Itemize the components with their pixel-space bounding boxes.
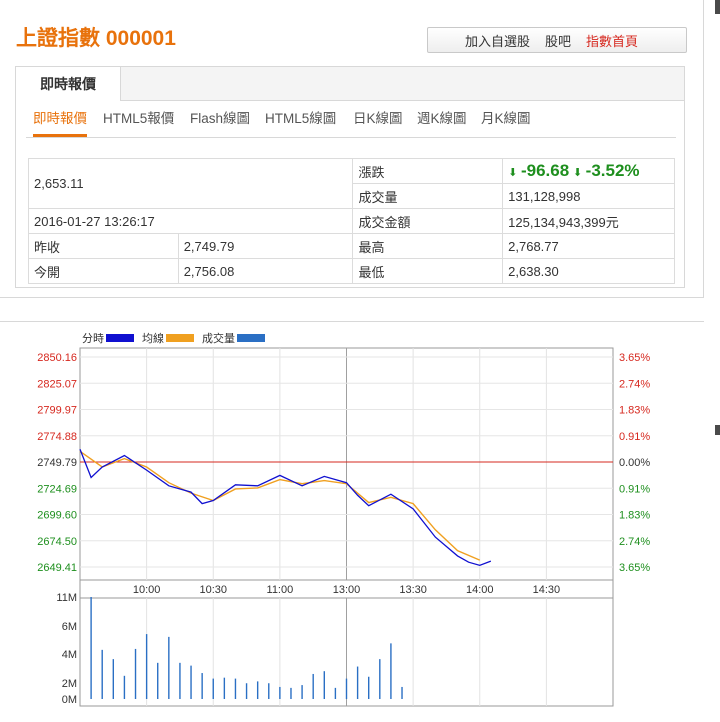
low-value: 2,638.30 <box>502 258 675 284</box>
intraday-chart-area: 2850.16 3.65% 2825.07 2.74% 2799.97 1.83% 2774… <box>0 321 704 716</box>
x-tick-label: 14:30 <box>533 584 561 596</box>
high-label: 最高 <box>352 233 504 259</box>
x-tick-label: 10:00 <box>133 584 161 596</box>
y-tick-right: 0.91% <box>619 431 650 443</box>
action-bar: 加入自選股 股吧 指數首頁 <box>427 27 687 53</box>
open-label: 今開 <box>28 258 179 284</box>
y-tick-left: 2749.79 <box>37 457 77 469</box>
legend-label: 分時 <box>82 332 104 345</box>
x-tick-label: 10:30 <box>199 584 227 596</box>
stock-forum-link[interactable]: 股吧 <box>545 31 571 50</box>
legend-swatch <box>106 334 134 342</box>
intraday-chart: 2850.16 3.65% 2825.07 2.74% 2799.97 1.83% 2774… <box>37 331 650 707</box>
arrow-down-icon: ⬇ <box>508 167 518 179</box>
prev-close-label: 昨收 <box>28 233 179 259</box>
price-line-series <box>79 448 492 567</box>
volume-y-tick: 11M <box>56 592 77 604</box>
y-tick-left: 2649.41 <box>37 562 77 574</box>
y-tick-right: 1.83% <box>619 510 650 522</box>
volume-y-tick: 2M <box>62 678 77 690</box>
y-tick-right: 0.91% <box>619 483 650 495</box>
current-price: 2,653.11 <box>27 158 354 209</box>
y-tick-left: 2774.88 <box>37 431 77 443</box>
legend-label: 均線 <box>142 331 164 345</box>
y-tick-left: 2674.50 <box>37 536 77 548</box>
add-watchlist-link[interactable]: 加入自選股 <box>465 31 530 50</box>
volume-y-tick: 4M <box>62 649 77 661</box>
y-tick-left: 2825.07 <box>37 378 77 390</box>
high-value: 2,768.77 <box>502 233 675 259</box>
volume-label: 成交量 <box>352 183 504 209</box>
y-tick-left: 2850.16 <box>37 352 77 364</box>
subtab-flash-chart[interactable]: Flash線圖 <box>190 107 250 134</box>
scrollbar-edge <box>715 0 720 14</box>
y-tick-left: 2724.69 <box>37 483 77 495</box>
change-value: -96.68 <box>520 161 570 180</box>
amount-value: 125,134,943,399元 <box>502 208 675 234</box>
y-tick-left: 2699.60 <box>37 510 77 522</box>
volume-value: 131,128,998 <box>502 183 675 209</box>
index-home-link[interactable]: 指數首頁 <box>586 31 638 50</box>
main-tab-bar: 即時報價 <box>16 67 684 101</box>
quote-datetime: 2016-01-27 13:26:17 <box>27 208 354 234</box>
open-value: 2,756.08 <box>177 258 354 284</box>
change-cell: ⬇ -96.68 ⬇ -3.52% <box>502 158 675 184</box>
legend-swatch <box>237 334 265 342</box>
legend-label: 成交量 <box>202 331 235 345</box>
amount-label: 成交金額 <box>352 208 504 234</box>
legend-swatch <box>166 334 194 342</box>
quote-table: 2,653.11 漲跌 ⬇ -96.68 ⬇ -3.52% 成交量 131,12… <box>27 158 675 284</box>
change-label: 漲跌 <box>352 158 504 184</box>
y-tick-right: 1.83% <box>619 405 650 417</box>
subtab-monthly-k[interactable]: 月K線圖 <box>481 107 531 134</box>
change-percent: -3.52% <box>585 161 640 180</box>
subtab-weekly-k[interactable]: 週K線圖 <box>417 107 467 134</box>
low-label: 最低 <box>352 258 504 284</box>
y-tick-left: 2799.97 <box>37 405 77 417</box>
sub-tab-bar: 即時報價 HTML5報價 Flash線圖 HTML5線圖 日K線圖 週K線圖 月… <box>26 105 676 138</box>
y-tick-right: 3.65% <box>619 562 650 574</box>
x-tick-label: 13:30 <box>399 584 427 596</box>
scrollbar-edge <box>715 425 720 435</box>
y-tick-right: 0.00% <box>619 457 650 469</box>
tab-realtime-quote[interactable]: 即時報價 <box>16 67 121 101</box>
volume-y-tick: 0M <box>62 694 77 706</box>
arrow-down-icon: ⬇ <box>572 167 583 179</box>
y-tick-right: 3.65% <box>619 352 650 364</box>
quote-panel: 上證指數 000001 加入自選股 股吧 指數首頁 即時報價 即時報價 HTML… <box>0 0 704 298</box>
prev-close-value: 2,749.79 <box>177 233 354 259</box>
quote-tabbox: 即時報價 即時報價 HTML5報價 Flash線圖 HTML5線圖 日K線圖 週… <box>15 66 685 288</box>
x-tick-label: 13:00 <box>333 584 361 596</box>
x-tick-label: 11:00 <box>267 584 294 596</box>
volume-y-tick: 6M <box>62 621 77 633</box>
subtab-daily-k[interactable]: 日K線圖 <box>353 107 403 134</box>
subtab-html5-chart[interactable]: HTML5線圖 <box>265 107 336 134</box>
subtab-realtime[interactable]: 即時報價 <box>33 107 87 137</box>
x-tick-label: 14:00 <box>466 584 494 596</box>
y-tick-right: 2.74% <box>619 536 650 548</box>
subtab-html5-quote[interactable]: HTML5報價 <box>103 107 174 134</box>
page-title: 上證指數 000001 <box>16 27 176 50</box>
y-tick-right: 2.74% <box>619 378 650 390</box>
